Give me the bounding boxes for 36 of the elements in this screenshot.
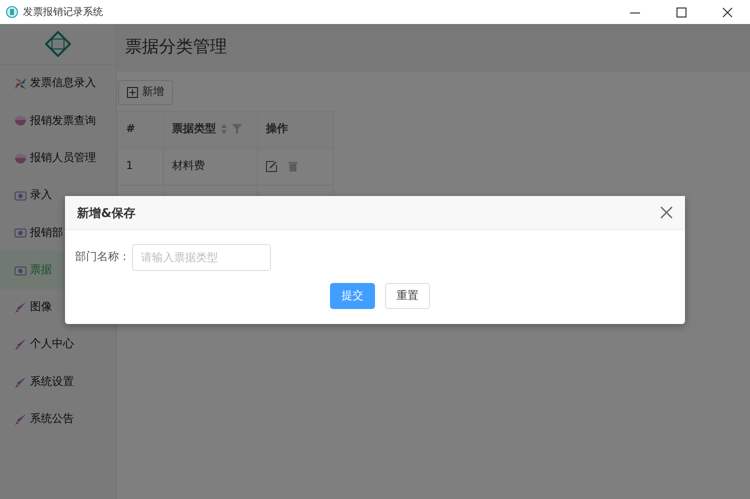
camera-icon — [14, 226, 27, 240]
sidebar-item[interactable]: 图像 — [0, 288, 116, 326]
sidebar-item[interactable]: 系统设置 — [0, 363, 116, 401]
bowl-icon — [14, 114, 27, 128]
brush-icon — [14, 376, 27, 389]
sidebar-item[interactable]: 报销人员管理 — [0, 140, 116, 177]
camera-icon — [14, 264, 27, 277]
close-icon — [722, 6, 732, 18]
brush-icon — [14, 338, 27, 352]
brush-icon — [14, 412, 27, 426]
window-title: 发票报销记录系统 — [23, 6, 103, 20]
sidebar-item[interactable]: 个人中心 — [0, 326, 116, 364]
table-cell: 材料费 — [164, 148, 258, 185]
maximize-icon — [676, 6, 686, 18]
brush-icon — [14, 300, 27, 314]
plus-icon — [127, 86, 138, 98]
camera-icon — [14, 189, 27, 202]
pinwheel-icon — [14, 77, 27, 90]
edit-icon[interactable] — [266, 160, 277, 172]
close-button[interactable] — [660, 206, 673, 219]
add-button[interactable]: 新增 — [118, 80, 173, 104]
app-icon — [6, 6, 18, 18]
input-field[interactable]: 请输入票据类型 — [132, 244, 271, 271]
dialog-title: 新增&保存 — [77, 204, 136, 222]
logo-icon — [45, 31, 71, 57]
column-header: 操作 — [258, 111, 334, 148]
sidebar-item[interactable]: 发票信息录入 — [0, 65, 116, 102]
sidebar-item[interactable]: 报销发票查询 — [0, 102, 116, 140]
table-cell: 1 — [118, 148, 164, 185]
column-header: 票据类型 — [164, 111, 258, 148]
column-header: # — [118, 111, 164, 148]
submit-button[interactable]: 提交 — [330, 283, 375, 309]
page-title: 票据分类管理 — [125, 36, 227, 60]
sidebar-item[interactable]: 系统公告 — [0, 400, 116, 438]
bowl-icon — [14, 152, 27, 165]
reset-button[interactable]: 重置 — [385, 283, 430, 309]
